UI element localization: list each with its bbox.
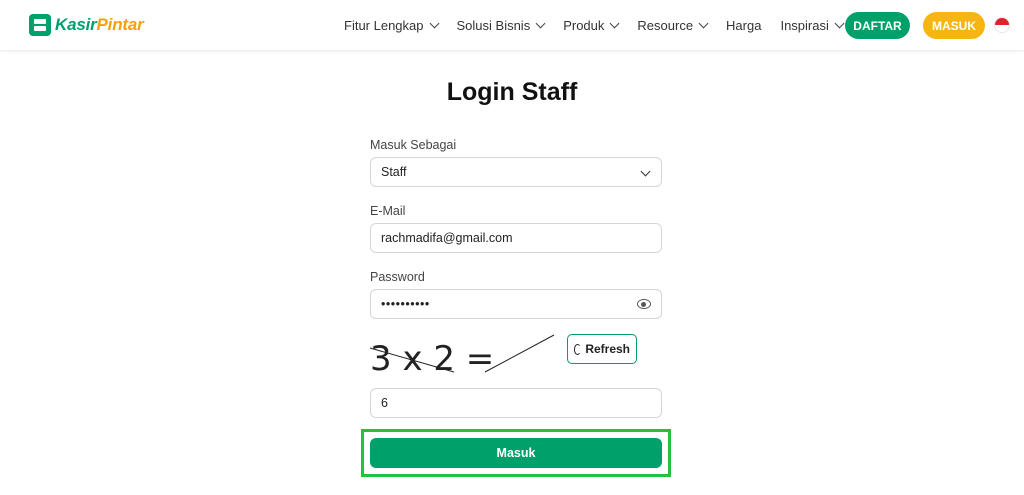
daftar-button[interactable]: DAFTAR [845, 12, 910, 39]
brand-name-part1: Kasir [55, 15, 97, 34]
captcha-answer-input[interactable] [381, 396, 631, 410]
menu-fitur-lengkap[interactable]: Fitur Lengkap [344, 18, 439, 33]
captcha-refresh-button[interactable]: Refresh [567, 334, 637, 364]
chevron-down-icon [640, 166, 651, 177]
brand-name-part2: Pintar [96, 15, 144, 34]
email-label: E-Mail [370, 204, 406, 218]
main-menu: Fitur Lengkap Solusi Bisnis Produk Resou… [344, 0, 862, 50]
chevron-down-icon [429, 18, 439, 28]
chevron-down-icon [698, 18, 709, 28]
brand-logo[interactable]: KasirPintar [29, 13, 144, 37]
page-title: Login Staff [446, 78, 578, 106]
menu-solusi-bisnis[interactable]: Solusi Bisnis [457, 18, 546, 33]
cash-register-icon [29, 14, 51, 36]
password-field[interactable]: •••••••••• [370, 289, 662, 319]
role-select-value: Staff [381, 165, 407, 179]
captcha-answer-field[interactable] [370, 388, 662, 418]
email-input[interactable] [381, 231, 631, 245]
refresh-icon [574, 343, 582, 355]
captcha-text: 3 x 2 = [370, 339, 494, 374]
role-select[interactable]: Staff [370, 157, 662, 187]
menu-produk[interactable]: Produk [563, 18, 620, 33]
show-password-eye-icon[interactable] [637, 299, 651, 309]
masuk-submit-button[interactable]: Masuk [370, 438, 662, 468]
role-label: Masuk Sebagai [370, 138, 457, 152]
top-navbar: KasirPintar Fitur Lengkap Solusi Bisnis … [0, 0, 1024, 50]
chevron-down-icon [834, 18, 845, 28]
indonesia-flag-icon[interactable] [994, 17, 1010, 33]
captcha-image: 3 x 2 = [369, 334, 555, 374]
password-label: Password [370, 270, 425, 284]
chevron-down-icon [609, 18, 620, 28]
email-field[interactable] [370, 223, 662, 253]
chevron-down-icon [535, 18, 546, 28]
masuk-top-button[interactable]: MASUK [923, 12, 985, 39]
menu-inspirasi[interactable]: Inspirasi [780, 18, 845, 33]
password-input[interactable]: •••••••••• [381, 297, 430, 311]
menu-resource[interactable]: Resource [637, 18, 709, 33]
menu-harga[interactable]: Harga [726, 18, 761, 33]
